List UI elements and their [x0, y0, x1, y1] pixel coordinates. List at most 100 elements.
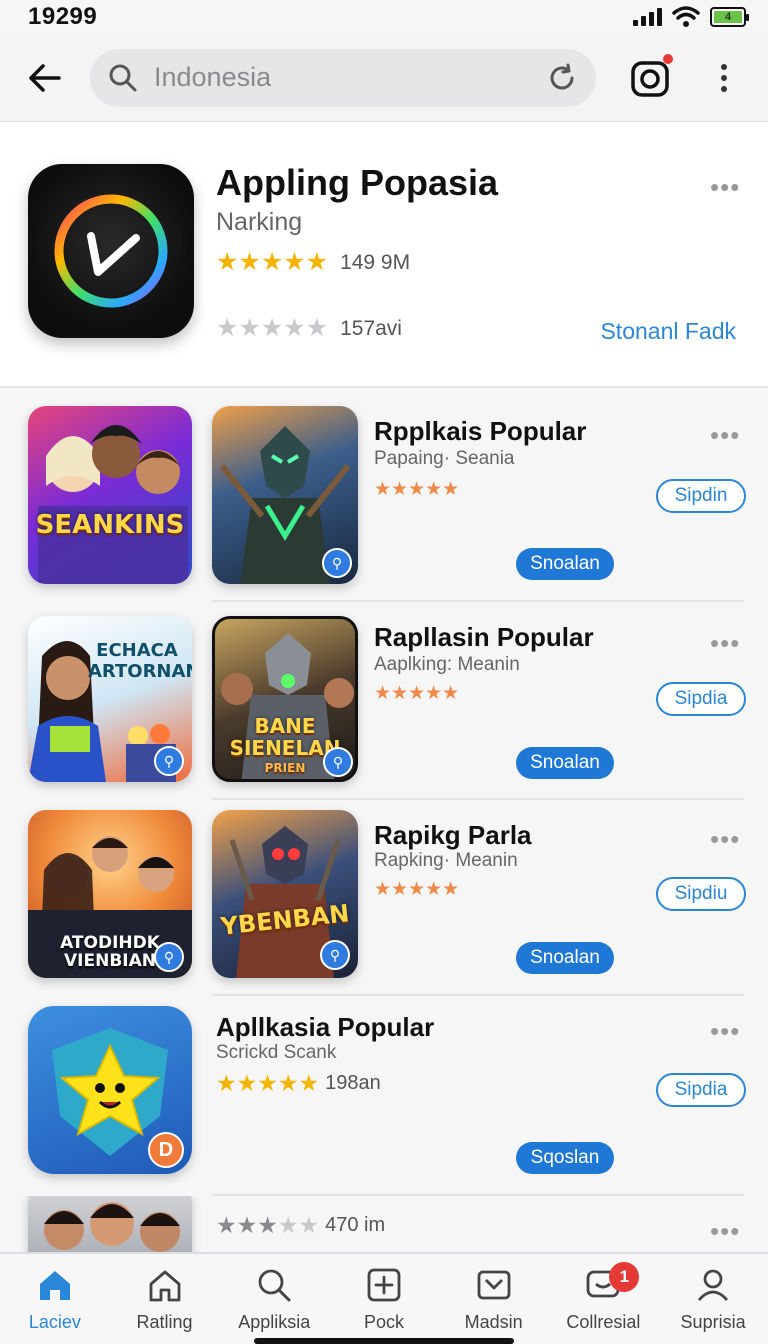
notification-badge: 1 [609, 1262, 640, 1292]
thumbnail-title: SEANKINS [35, 510, 185, 540]
featured-secondary-rating: ★★★★★ 157avi [216, 316, 402, 341]
app-badge-icon: D [148, 1132, 184, 1168]
nav-label: Appliksia [238, 1312, 311, 1332]
nav-item-ratling[interactable]: Ratling [111, 1266, 219, 1333]
top-bar [0, 34, 768, 122]
app-thumbnail[interactable]: ECHACA ARTORNAN ⚲ [28, 616, 192, 782]
item-subtitle: Scrickd Scank [216, 1042, 337, 1063]
featured-rating: ★★★★★ 149 9M [216, 250, 410, 275]
more-options-button[interactable] [714, 58, 734, 98]
featured-secondary-count: 157avi [340, 316, 402, 340]
list-item[interactable]: ATODIHDK VIENBIAN ⚲ YBENBAN ⚲ Rapikg Par… [0, 800, 768, 996]
featured-rating-count: 149 9M [340, 250, 411, 274]
item-rating: ★★★★★ 198an [216, 1072, 381, 1095]
list-item[interactable]: ECHACA ARTORNAN ⚲ BANE SIENELAN PRIEN ⚲ … [0, 602, 768, 800]
nav-label: Pock [363, 1312, 404, 1332]
item-title: Rapllasin Popular [374, 622, 594, 652]
nav-item-suprisia[interactable]: Suprisia [659, 1266, 767, 1333]
search-bar[interactable] [90, 48, 596, 107]
app-badge-icon: ⚲ [154, 746, 184, 776]
house-outline-icon [149, 1270, 180, 1302]
status-time: 19299 [28, 3, 98, 30]
search-input[interactable] [154, 62, 538, 93]
home-icon [39, 1271, 70, 1300]
nav-label: Madsin [464, 1312, 523, 1332]
item-title: Apllkasia Popular [216, 1012, 435, 1042]
primary-action-button[interactable]: Snoalan [516, 548, 614, 580]
secondary-action-button[interactable]: Sipdiu [656, 877, 746, 911]
nav-item-laciev[interactable]: Laciev [1, 1266, 109, 1333]
bottom-navigation: Laciev Ratling Appliksia Pock Madsin 1 C… [0, 1252, 768, 1344]
star-rating-icon: ★★★★★ [374, 879, 460, 900]
item-subtitle: Rapking· Meanin [374, 850, 518, 871]
app-thumbnail[interactable]: BANE SIENELAN PRIEN ⚲ [212, 616, 358, 782]
back-button[interactable] [22, 56, 66, 100]
nav-label: Laciev [28, 1312, 81, 1332]
camera-button[interactable] [630, 53, 673, 98]
camera-icon [631, 60, 669, 97]
nav-item-appliksia[interactable]: Appliksia [220, 1266, 328, 1333]
notification-dot [663, 53, 673, 64]
item-rating-count: 198an [325, 1072, 381, 1094]
secondary-action-button[interactable]: Sipdia [656, 1073, 746, 1107]
star-rating-icon: ★★★★★ [216, 1212, 320, 1238]
nav-item-collresial[interactable]: 1 Collresial [549, 1262, 657, 1333]
item-title: Rapikg Parla [374, 820, 532, 850]
battery-icon: 4 [710, 7, 749, 27]
tray-icon [477, 1270, 511, 1300]
rainbow-check-icon [54, 194, 168, 308]
app-thumbnail[interactable]: D [28, 1006, 192, 1174]
more-horizontal-icon[interactable]: ••• [710, 630, 740, 656]
more-horizontal-icon[interactable]: ••• [710, 1218, 740, 1244]
more-horizontal-icon[interactable]: ••• [710, 422, 740, 448]
list-item[interactable]: ★★★★★ 470 im ••• [0, 1196, 768, 1252]
person-icon [698, 1269, 729, 1301]
primary-action-button[interactable]: Sqoslan [516, 1142, 614, 1174]
star-rating-icon: ★★★★★ [374, 683, 460, 704]
search-icon [109, 64, 137, 91]
battery-label: 4 [714, 11, 742, 23]
secondary-action-button[interactable]: Sipdin [656, 479, 746, 513]
featured-app-subtitle: Narking [216, 208, 303, 236]
nav-item-madsin[interactable]: Madsin [440, 1266, 548, 1333]
list-item[interactable]: D Apllkasia Popular Scrickd Scank ★★★★★ … [0, 996, 768, 1196]
featured-app-title: Appling Popasia [216, 162, 499, 203]
more-horizontal-icon[interactable]: ••• [710, 174, 740, 200]
people-illustration [44, 1202, 180, 1252]
search-icon [258, 1269, 291, 1302]
more-horizontal-icon[interactable]: ••• [710, 1018, 740, 1044]
refresh-icon[interactable] [548, 63, 578, 93]
app-thumbnail[interactable]: ATODIHDK VIENBIAN ⚲ [28, 810, 192, 978]
star-rating-icon: ★★★★★ [216, 314, 329, 342]
app-badge-icon: ⚲ [154, 942, 184, 972]
secondary-action-button[interactable]: Sipdia [656, 682, 746, 716]
primary-action-button[interactable]: Snoalan [516, 942, 614, 974]
characters-illustration [38, 425, 188, 584]
app-thumbnail[interactable]: YBENBAN ⚲ [212, 810, 358, 978]
nav-label: Suprisia [680, 1312, 746, 1332]
app-thumbnail[interactable]: ⚲ [212, 406, 358, 584]
app-badge-icon: ⚲ [320, 940, 350, 970]
nav-item-pock[interactable]: Pock [330, 1266, 438, 1333]
app-thumbnail[interactable]: SEANKINS [28, 406, 192, 584]
primary-action-button[interactable]: Snoalan [516, 747, 614, 779]
status-icons: 4 [633, 6, 749, 28]
plus-box-icon [367, 1268, 401, 1302]
featured-app-icon[interactable] [28, 164, 194, 338]
featured-app-card[interactable]: Appling Popasia Narking ★★★★★ 149 9M ★★★… [0, 122, 768, 388]
item-subtitle: Aaplking: Meanin [374, 654, 520, 675]
more-vertical-icon [721, 63, 727, 92]
app-thumbnail[interactable] [28, 1196, 192, 1252]
item-rating: ★★★★★ 470 im [216, 1214, 385, 1237]
list-item[interactable]: SEANKINS ⚲ Rpplkais Popular Papaing· Sea… [0, 390, 768, 602]
app-badge-icon: ⚲ [322, 548, 352, 578]
thumbnail-title: ECHACA ARTORNAN [88, 640, 192, 682]
wifi-icon [672, 6, 700, 27]
back-arrow-icon [29, 63, 61, 92]
featured-link[interactable]: Stonanl Fadk [600, 318, 736, 345]
star-rating-icon: ★★★★★ [216, 248, 329, 276]
home-indicator [254, 1338, 514, 1344]
star-rating-icon: ★★★★★ [216, 1070, 320, 1096]
item-subtitle: Papaing· Seania [374, 448, 515, 469]
more-horizontal-icon[interactable]: ••• [710, 826, 740, 852]
